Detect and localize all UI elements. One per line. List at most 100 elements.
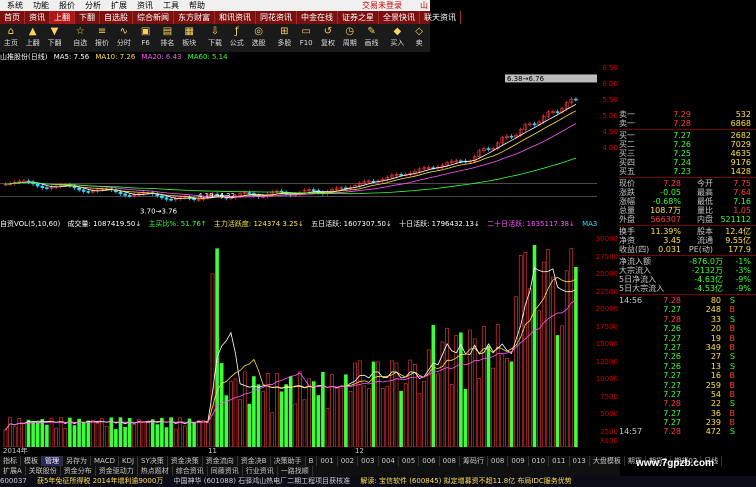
indicator-tab-20[interactable]: 008 (488, 456, 509, 466)
toolbar-button-7[interactable]: ▤ 排名 (157, 24, 179, 52)
toolbar-icon: ◎ (254, 26, 263, 37)
toolbar-button-0[interactable]: ⌂ 主页 (0, 24, 22, 52)
indicator-tab-2[interactable]: 管理 (42, 456, 63, 466)
toolbar-button-8[interactable]: ▦ 板块 (178, 24, 200, 52)
price-tick: 6.00 (602, 80, 618, 88)
indicator-tab-8[interactable]: 资金流向 (203, 456, 238, 466)
volume-bar (509, 361, 514, 447)
toolbar-button-3[interactable]: ☆ 自选 (69, 24, 91, 52)
toolbar-button-14[interactable]: ↺ 复权 (317, 24, 339, 52)
indicator-tab-23[interactable]: 011 (549, 456, 570, 466)
toolbar-button-15[interactable]: ◷ 周期 (339, 24, 361, 52)
volume-chart[interactable] (0, 229, 597, 447)
flow-pct: -3% (735, 266, 751, 275)
toolbar-button-9[interactable]: ⇩ 下载 (204, 24, 226, 52)
indicator-tab-6[interactable]: SY决策 (138, 456, 168, 466)
indicator-tab-7[interactable]: 资金决策 (168, 456, 203, 466)
extension-tab-5[interactable]: 综合资讯 (173, 466, 208, 476)
extension-tab-7[interactable]: 行业资讯 (243, 466, 278, 476)
toolbar-button-5[interactable]: ∿ 分时 (113, 24, 135, 52)
toolbar-button-17[interactable]: ◆ 买入 (386, 24, 408, 52)
indicator-tab-13[interactable]: 002 (338, 456, 359, 466)
menu-item-7[interactable]: 帮助 (184, 0, 210, 11)
info-tab-5[interactable]: 综合新闻 (133, 11, 174, 24)
tick-list[interactable]: 14:56 7.28 80 S 7.27 248 B 7.28 33 S 7.26 20 B 7.27 19… (619, 296, 756, 437)
tick-volume: 19 (710, 333, 721, 343)
indicator-tab-3[interactable]: 另存为 (63, 456, 91, 466)
toolbar-button-10[interactable]: ƒ 公式 (226, 24, 248, 52)
info-tab-3[interactable]: 下翻 (75, 11, 100, 24)
menu-item-2[interactable]: 报价 (54, 0, 80, 11)
indicator-tab-19[interactable]: 筹码行 (460, 456, 489, 466)
menu-item-6[interactable]: 工具 (158, 0, 184, 11)
toolbar-button-18[interactable]: ◇ 卖 (408, 24, 430, 52)
info-tab-12[interactable]: 联天资讯 (420, 11, 461, 24)
info-tab-8[interactable]: 同花资讯 (256, 11, 297, 24)
volume-bar (279, 391, 284, 447)
news-item-3[interactable]: 解读: 宝信软件 (600845) 拟定增募资不超11.8亿 布局IDC服务优势 (360, 477, 571, 485)
volume-bar (463, 388, 468, 447)
indicator-tab-17[interactable]: 006 (419, 456, 440, 466)
indicator-tab-0[interactable]: 指标 (0, 456, 21, 466)
toolbar-button-4[interactable]: ≡ 报价 (91, 24, 113, 52)
toolbar-button-13[interactable]: ▭ F10 (295, 24, 317, 52)
main-active: 主力活跃度: 124374 3.25↓ (213, 220, 304, 228)
toolbar-button-11[interactable]: ◎ 选股 (248, 24, 270, 52)
info-tab-0[interactable]: 首页 (0, 11, 25, 24)
info-tab-11[interactable]: 全景快讯 (379, 11, 420, 24)
info-tab-1[interactable]: 资讯 (25, 11, 50, 24)
menu-item-0[interactable]: 系统 (2, 0, 28, 11)
volume-bar (311, 381, 316, 447)
volume-bar (399, 390, 403, 447)
price-chart[interactable]: 6.38→6.76 4.19→4.32 3.70→3.76 (0, 62, 597, 218)
toolbar-button-6[interactable]: ▣ F6 (135, 24, 157, 52)
extension-tab-1[interactable]: 关联股份 (26, 466, 61, 476)
info-tab-4[interactable]: 自选股 (100, 11, 133, 24)
indicator-tab-12[interactable]: 001 (317, 456, 338, 466)
info-tab-7[interactable]: 和讯资讯 (215, 11, 256, 24)
indicator-tab-18[interactable]: 008 (440, 456, 461, 466)
stat-label: 最低 (697, 197, 713, 206)
toolbar-button-12[interactable]: ⊞ 多股 (273, 24, 295, 52)
volume-bar (449, 384, 454, 447)
indicator-tab-15[interactable]: 004 (379, 456, 399, 466)
fund-flow: 净流入额 -876.0万 -1% 大宗流入 -2132万 -3% 5日净流入 -4.63亿 -9… (619, 257, 756, 293)
news-item-1[interactable]: 获5年免征所得税 2014年增利逾9000万 (37, 477, 163, 485)
indicator-tab-21[interactable]: 009 (508, 456, 529, 466)
info-tab-10[interactable]: 证券之星 (338, 11, 379, 24)
indicator-tab-4[interactable]: MACD (91, 456, 119, 466)
login-status[interactable]: 交易未登录 (362, 0, 402, 11)
indicator-tab-14[interactable]: 003 (358, 456, 379, 466)
extension-tab-4[interactable]: 热点题材 (138, 466, 173, 476)
extension-tab-3[interactable]: 资金驱动力 (96, 466, 138, 476)
indicator-tab-1[interactable]: 模板 (21, 456, 42, 466)
indicator-tab-5[interactable]: KDJ (119, 456, 139, 466)
watermark-text: www.7gpzb.com (636, 458, 714, 469)
menu-item-4[interactable]: 扩展 (106, 0, 132, 11)
indicator-tab-10[interactable]: 决策助手 (271, 456, 306, 466)
indicator-tab-16[interactable]: 005 (399, 456, 420, 466)
info-tab-6[interactable]: 东方财富 (174, 11, 215, 24)
info-tab-9[interactable]: 中金在线 (297, 11, 338, 24)
extension-tab-8[interactable]: 一路找顺 (278, 466, 313, 476)
menu-item-5[interactable]: 资讯 (132, 0, 158, 11)
toolbar-button-16[interactable]: ✎ 画线 (361, 24, 383, 52)
indicator-tab-11[interactable]: B (306, 456, 318, 466)
indicator-tab-22[interactable]: 010 (529, 456, 550, 466)
indicator-tab-9[interactable]: 资金决B (238, 456, 271, 466)
toolbar-button-1[interactable]: ▲ 上翻 (22, 24, 44, 52)
extension-tab-0[interactable]: 扩展A (0, 466, 26, 476)
stat-label: 收益(四) (619, 245, 650, 254)
tick-side: B (729, 371, 736, 381)
toolbar-button-2[interactable]: ▼ 下翻 (44, 24, 66, 52)
extension-tab-2[interactable]: 资金分布 (61, 466, 96, 476)
menu-item-3[interactable]: 分析 (80, 0, 106, 11)
tick-price: 7.27 (663, 380, 681, 390)
indicator-tab-24[interactable]: 013 (570, 456, 590, 466)
info-tab-2[interactable]: 上翻 (50, 11, 75, 24)
volume-bar (215, 248, 219, 447)
news-item-2[interactable]: 中国神华 (601088) 石驿鸿山热电厂二期工程项目获核准 (174, 477, 351, 485)
menu-item-1[interactable]: 功能 (28, 0, 54, 11)
extension-tab-6[interactable]: 同藤资讯 (208, 466, 243, 476)
toolbar-label: 周期 (342, 39, 357, 47)
